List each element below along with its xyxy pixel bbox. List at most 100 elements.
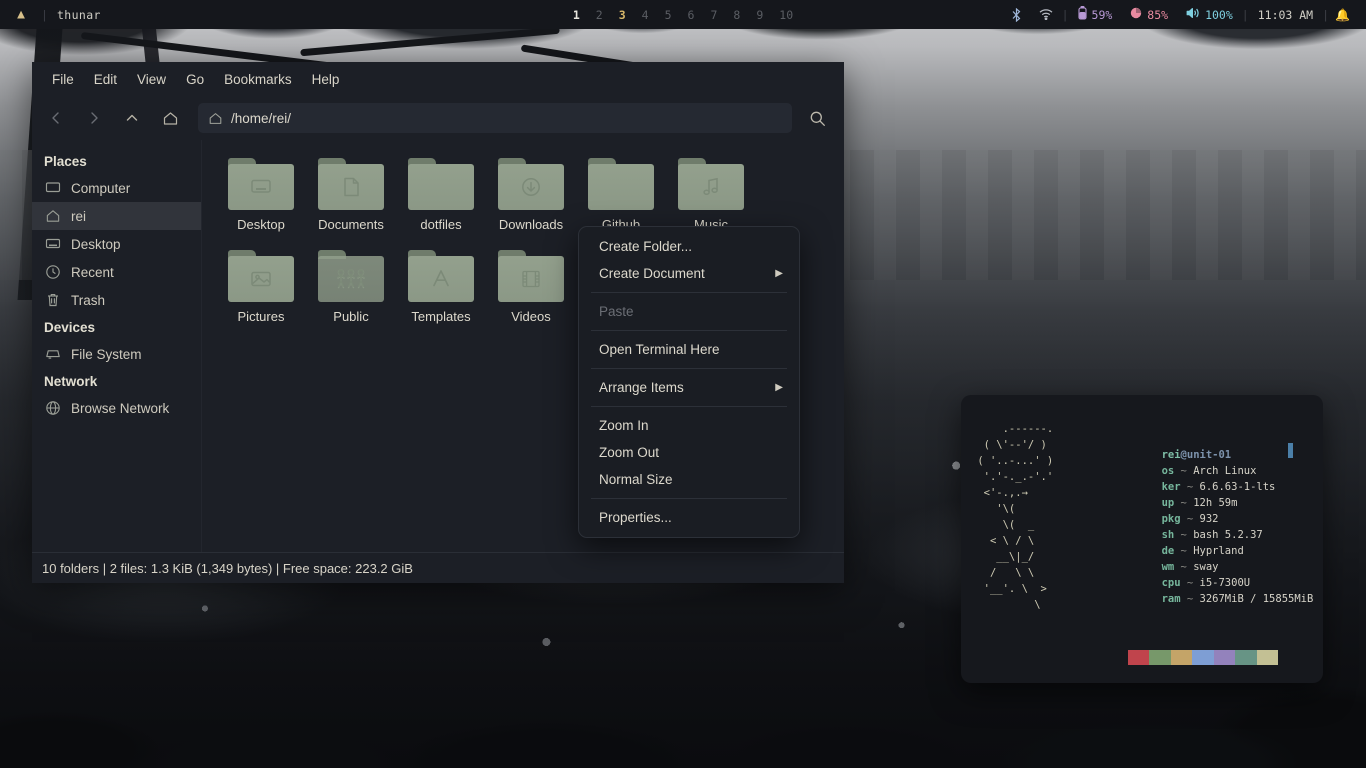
file-name: Downloads (498, 217, 564, 232)
menu-edit[interactable]: Edit (84, 68, 127, 91)
fastfetch-sep: ~ (1174, 545, 1194, 557)
context-menu-separator (591, 330, 787, 331)
folder-pictures-icon (228, 250, 294, 302)
active-window-title: thunar (56, 7, 101, 22)
context-menu-separator (591, 368, 787, 369)
sidebar-item-desktop[interactable]: Desktop (32, 230, 201, 258)
clock[interactable]: 11:03 AM (1249, 8, 1322, 22)
file-item[interactable]: Documents (306, 154, 396, 232)
file-item[interactable]: Github (576, 154, 666, 232)
fastfetch-sep: ~ (1174, 529, 1194, 541)
sidebar-item-file-system[interactable]: File System (32, 340, 201, 368)
file-item[interactable]: Templates (396, 246, 486, 324)
file-item[interactable]: Videos (486, 246, 576, 324)
fastfetch-sep: ~ (1180, 481, 1200, 493)
fastfetch-info: rei@unit-01 os ~ Arch Linux ker ~ 6.6.63… (1111, 431, 1314, 605)
sidebar-item-computer[interactable]: Computer (32, 174, 201, 202)
workspace-6[interactable]: 6 (680, 8, 703, 22)
palette-swatch-white (1256, 650, 1278, 665)
context-menu-item-label: Zoom Out (599, 445, 660, 460)
workspace-4[interactable]: 4 (634, 8, 657, 22)
menu-go[interactable]: Go (176, 68, 214, 91)
chevron-left-icon[interactable] (38, 103, 74, 133)
status-divider: | (1241, 7, 1249, 22)
file-name: dotfiles (420, 217, 462, 232)
volume-indicator[interactable]: 100% (1177, 7, 1242, 22)
memory-icon (1130, 7, 1142, 22)
chevron-up-icon[interactable] (114, 103, 150, 133)
memory-indicator[interactable]: 85% (1121, 7, 1177, 22)
home-small-icon (208, 111, 223, 126)
fastfetch-value: i5-7300U (1199, 577, 1251, 589)
home-icon[interactable] (152, 103, 188, 133)
sidebar-item-recent[interactable]: Recent (32, 258, 201, 286)
context-menu-item-create-document[interactable]: Create Document ▶ (579, 260, 799, 287)
search-icon[interactable] (800, 103, 834, 133)
sidebar-item-rei[interactable]: rei (32, 202, 201, 230)
file-item[interactable]: Downloads (486, 154, 576, 232)
context-menu-separator (591, 406, 787, 407)
workspace-8[interactable]: 8 (725, 8, 748, 22)
workspace-7[interactable]: 7 (702, 8, 725, 22)
menu-view[interactable]: View (127, 68, 176, 91)
workspace-9[interactable]: 9 (748, 8, 771, 22)
file-item[interactable]: Music (666, 154, 756, 232)
status-bar: 10 folders | 2 files: 1.3 KiB (1,349 byt… (32, 552, 844, 583)
file-item[interactable]: Public (306, 246, 396, 324)
chevron-right-icon: ▶ (775, 382, 783, 393)
sidebar-item-trash[interactable]: Trash (32, 286, 201, 314)
workspace-2[interactable]: 2 (588, 8, 611, 22)
path-bar[interactable]: /home/rei/ (198, 103, 792, 133)
folder-documents-icon (318, 158, 384, 210)
workspace-indicator: 1 2 3 4 5 6 7 8 9 10 (565, 8, 801, 22)
folder-plain-icon (408, 158, 474, 210)
bell-icon[interactable]: 🔔 (1329, 8, 1356, 22)
file-item[interactable]: dotfiles (396, 154, 486, 232)
battery-indicator[interactable]: 59% (1069, 6, 1122, 23)
workspace-10[interactable]: 10 (771, 8, 801, 22)
fastfetch-key: cpu (1161, 577, 1181, 589)
context-menu-item-label: Zoom In (599, 418, 649, 433)
file-name: Templates (411, 309, 471, 324)
fastfetch-value: sway (1193, 561, 1219, 573)
terminal-content: .------. ( \'--'/ ) ( '..-...' ) '.'-._.… (961, 395, 1323, 683)
terminal-window[interactable]: .------. ( \'--'/ ) ( '..-...' ) '.'-._.… (961, 395, 1323, 683)
context-menu-item-zoom-in[interactable]: Zoom In (579, 412, 799, 439)
context-menu-item-properties[interactable]: Properties... (579, 504, 799, 531)
fastfetch-value: 6.6.63-1-lts (1199, 481, 1276, 493)
fastfetch-value: bash 5.2.37 (1193, 529, 1263, 541)
menu-bookmarks[interactable]: Bookmarks (214, 68, 302, 91)
workspace-5[interactable]: 5 (657, 8, 680, 22)
status-divider: | (1061, 7, 1069, 22)
context-menu-item-normal-size[interactable]: Normal Size (579, 466, 799, 493)
workspace-1[interactable]: 1 (565, 8, 588, 22)
menu-file[interactable]: File (42, 68, 84, 91)
fastfetch-sep: ~ (1180, 513, 1200, 525)
context-menu-item-create-folder[interactable]: Create Folder... (579, 233, 799, 260)
context-menu-item-open-terminal-here[interactable]: Open Terminal Here (579, 336, 799, 363)
file-item[interactable]: Pictures (216, 246, 306, 324)
fastfetch-key: up (1161, 497, 1175, 509)
palette-swatch-red (1128, 650, 1150, 665)
context-menu[interactable]: Create Folder... Create Document ▶ Paste… (578, 226, 800, 538)
arch-logo-icon[interactable]: ▲ (10, 7, 32, 22)
context-menu-item-label: Paste (599, 304, 634, 319)
navigation-toolbar: /home/rei/ (32, 96, 844, 140)
context-menu-item-arrange-items[interactable]: Arrange Items ▶ (579, 374, 799, 401)
wifi-icon[interactable] (1030, 9, 1062, 20)
palette-swatch-magenta (1213, 650, 1236, 665)
context-menu-item-zoom-out[interactable]: Zoom Out (579, 439, 799, 466)
workspace-3[interactable]: 3 (611, 8, 634, 22)
menu-help[interactable]: Help (302, 68, 350, 91)
fastfetch-key: sh (1161, 529, 1175, 541)
bluetooth-icon[interactable] (1003, 7, 1030, 22)
folder-music-icon (678, 158, 744, 210)
sidebar-section-network: Network (44, 374, 98, 389)
menu-bar: File Edit View Go Bookmarks Help (32, 62, 844, 96)
file-item[interactable]: Desktop (216, 154, 306, 232)
terminal-cursor (1288, 443, 1293, 458)
sidebar-item-browse-network[interactable]: Browse Network (32, 394, 201, 422)
fastfetch-value: 3267MiB / 15855MiB (1199, 593, 1314, 605)
chevron-right-icon[interactable] (76, 103, 112, 133)
fastfetch-key: wm (1161, 561, 1175, 573)
